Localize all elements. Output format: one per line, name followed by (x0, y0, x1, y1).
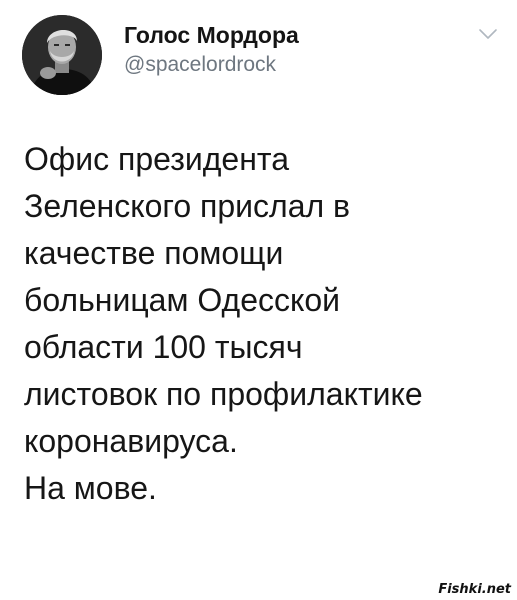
tweet-text-line: Офис президента (24, 141, 289, 177)
tweet-text-line: качестве помощи (24, 235, 284, 271)
watermark: Fishki.net (438, 582, 511, 597)
tweet-text-line: листовок по профилактике (24, 376, 423, 412)
avatar[interactable] (22, 15, 102, 95)
tweet-text-line: На мове. (24, 470, 157, 506)
chevron-down-icon[interactable] (478, 27, 498, 41)
tweet-body: Офис президента Зеленского прислал в кач… (24, 136, 504, 512)
author-handle[interactable]: @spacelordrock (124, 53, 276, 77)
tweet-text-line: больницам Одесской (24, 282, 341, 318)
tweet-text-line: Зеленского прислал в (24, 188, 351, 224)
tweet-card: Голос Мордора @spacelordrock Офис презид… (0, 0, 517, 600)
tweet-text-line: коронавируса. (24, 423, 238, 459)
user-photo-icon (22, 15, 102, 95)
author-name[interactable]: Голос Мордора (124, 22, 299, 49)
tweet-text-line: области 100 тысяч (24, 329, 303, 365)
